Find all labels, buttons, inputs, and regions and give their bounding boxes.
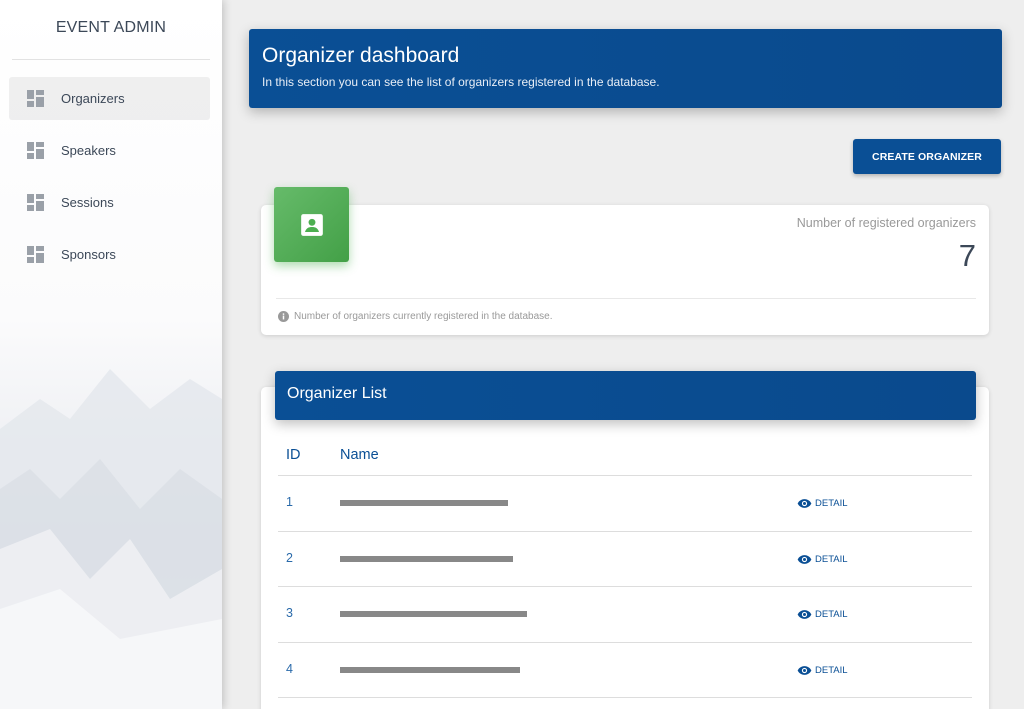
stat-footer: Number of organizers currently registere… — [278, 311, 552, 322]
table-row: 1 DETAIL — [278, 476, 972, 532]
table-row: 2 DETAIL — [278, 532, 972, 588]
stat-footer-text: Number of organizers currently registere… — [294, 311, 552, 322]
sidebar-item-label: Sponsors — [61, 247, 116, 262]
sidebar-item-speakers[interactable]: Speakers — [9, 129, 210, 172]
detail-link[interactable]: DETAIL — [797, 663, 848, 678]
sidebar-nav: Organizers Speakers Sessions — [0, 77, 222, 276]
row-id: 4 — [286, 662, 293, 676]
page-header: Organizer dashboard In this section you … — [249, 29, 1002, 108]
redacted-name — [340, 611, 527, 617]
dashboard-icon — [27, 142, 44, 159]
eye-icon — [797, 607, 812, 622]
sidebar-item-label: Organizers — [61, 91, 125, 106]
dashboard-icon — [27, 194, 44, 211]
detail-label: DETAIL — [815, 554, 848, 565]
info-icon — [278, 311, 289, 322]
page-title: Organizer dashboard — [262, 43, 989, 69]
stat-label: Number of registered organizers — [797, 216, 976, 230]
contact-card-icon — [299, 212, 325, 238]
column-header-name: Name — [340, 447, 379, 463]
sidebar-item-label: Sessions — [61, 195, 114, 210]
eye-icon — [797, 496, 812, 511]
sidebar-item-label: Speakers — [61, 143, 116, 158]
divider — [276, 298, 976, 299]
stat-value: 7 — [959, 238, 976, 274]
dashboard-icon — [27, 246, 44, 263]
redacted-name — [340, 556, 513, 562]
row-id: 3 — [286, 606, 293, 620]
stat-icon-box — [274, 187, 349, 262]
app-brand[interactable]: EVENT ADMIN — [12, 0, 210, 60]
organizer-count-card: Number of registered organizers 7 Number… — [261, 205, 989, 335]
eye-icon — [797, 663, 812, 678]
detail-link[interactable]: DETAIL — [797, 607, 848, 622]
detail-link[interactable]: DETAIL — [797, 552, 848, 567]
row-id: 2 — [286, 551, 293, 565]
table-row: 4 DETAIL — [278, 643, 972, 699]
table-header-row: ID Name — [278, 433, 972, 476]
sidebar-item-organizers[interactable]: Organizers — [9, 77, 210, 120]
table-row: 3 DETAIL — [278, 587, 972, 643]
sidebar-item-sponsors[interactable]: Sponsors — [9, 233, 210, 276]
page-subtitle: In this section you can see the list of … — [262, 75, 989, 89]
detail-label: DETAIL — [815, 498, 848, 509]
redacted-name — [340, 667, 520, 673]
sidebar: EVENT ADMIN Organizers Speakers — [0, 0, 222, 709]
detail-link[interactable]: DETAIL — [797, 496, 848, 511]
column-header-id: ID — [286, 447, 301, 463]
create-organizer-button[interactable]: CREATE ORGANIZER — [853, 139, 1001, 174]
detail-label: DETAIL — [815, 665, 848, 676]
redacted-name — [340, 500, 508, 506]
organizer-table: ID Name 1 DETAIL 2 DETAIL 3 — [278, 433, 972, 698]
eye-icon — [797, 552, 812, 567]
organizer-list-title: Organizer List — [275, 371, 976, 420]
sidebar-item-sessions[interactable]: Sessions — [9, 181, 210, 224]
detail-label: DETAIL — [815, 609, 848, 620]
dashboard-icon — [27, 90, 44, 107]
row-id: 1 — [286, 495, 293, 509]
